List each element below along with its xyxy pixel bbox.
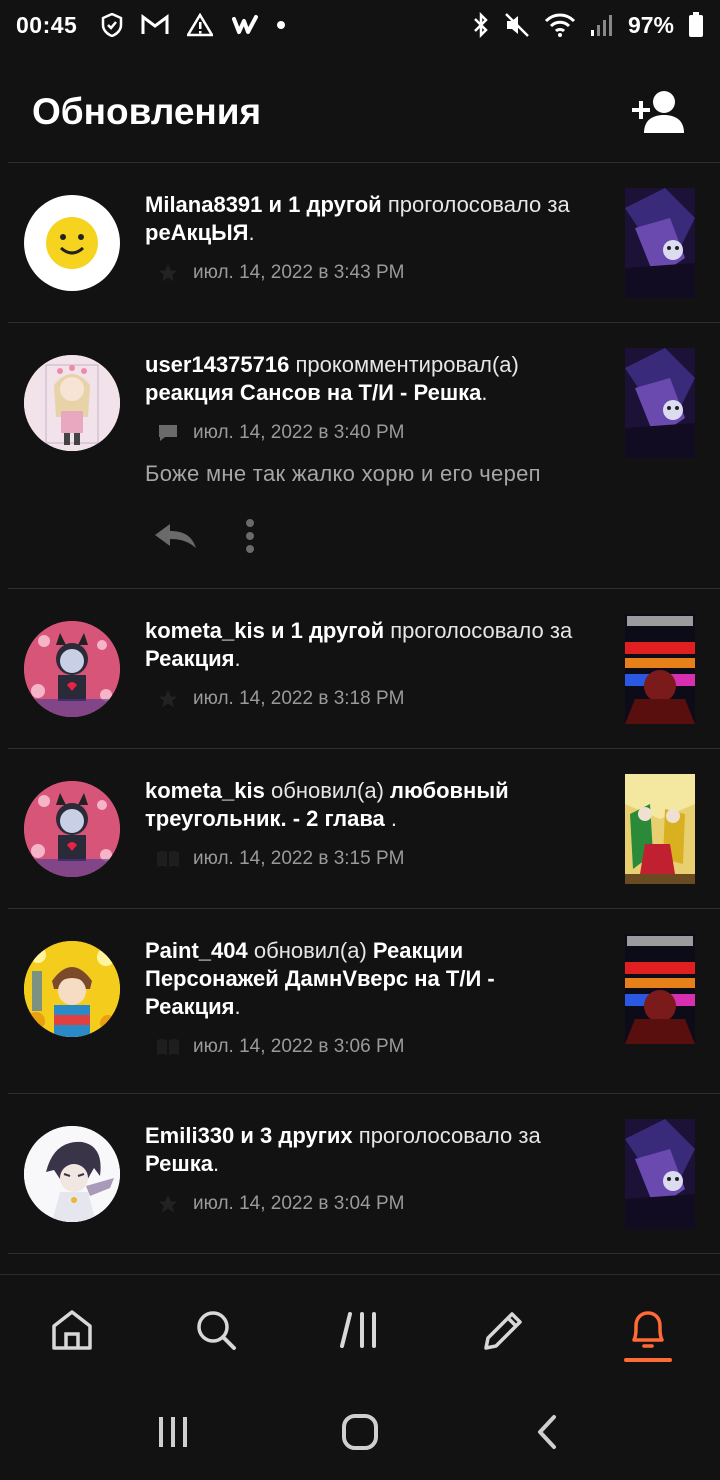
book-icon bbox=[157, 851, 179, 867]
notification-meta: июл. 14, 2022 в 3:06 PM bbox=[145, 1032, 404, 1062]
story-cover[interactable] bbox=[625, 1119, 695, 1229]
recents-button[interactable] bbox=[143, 1402, 203, 1462]
signal-icon bbox=[590, 15, 612, 36]
nav-library[interactable] bbox=[324, 1294, 396, 1366]
nav-search[interactable] bbox=[180, 1294, 252, 1366]
avatar[interactable] bbox=[24, 195, 120, 291]
reply-icon bbox=[155, 524, 196, 548]
timestamp: июл. 14, 2022 в 3:15 PM bbox=[193, 848, 405, 869]
write-icon bbox=[484, 1311, 522, 1350]
status-bar: 00:45 97% bbox=[0, 0, 720, 50]
page-title: Обновления bbox=[32, 91, 262, 132]
notification-text: Milana8391 и 1 другой проголосовало за р… bbox=[145, 192, 570, 245]
notification-meta: июл. 14, 2022 в 3:40 PM bbox=[145, 418, 404, 448]
book-icon bbox=[157, 1039, 179, 1055]
notification-item[interactable]: Emili330 и 3 других проголосовало за Реш… bbox=[0, 1094, 720, 1254]
system-back-button[interactable] bbox=[517, 1402, 577, 1462]
notification-text: Paint_404 обновил(а) Реакции Персонажей … bbox=[145, 938, 495, 1019]
notification-meta: июл. 14, 2022 в 3:15 PM bbox=[145, 844, 404, 874]
nav-notifications[interactable] bbox=[612, 1294, 684, 1366]
system-home-button[interactable] bbox=[330, 1402, 390, 1462]
divider bbox=[8, 1253, 720, 1254]
add-user-icon bbox=[632, 91, 684, 133]
add-friend-button[interactable] bbox=[628, 82, 688, 142]
notification-meta: июл. 14, 2022 в 3:04 PM bbox=[145, 1189, 404, 1219]
notification-item[interactable]: user14375716 прокомментировал(а) реакция… bbox=[0, 323, 720, 588]
notification-item[interactable]: kometa_kis обновил(а) любовный треугольн… bbox=[0, 749, 720, 909]
notification-dot-icon bbox=[277, 21, 286, 29]
home-circle-icon bbox=[341, 1414, 378, 1450]
wifi-icon bbox=[544, 13, 576, 37]
battery-percent: 97% bbox=[627, 11, 674, 38]
notification-text: kometa_kis и 1 другой проголосовало за Р… bbox=[145, 618, 573, 671]
notification-item[interactable]: Milana8391 и 1 другой проголосовало за р… bbox=[0, 163, 720, 323]
nav-home[interactable] bbox=[36, 1294, 108, 1366]
system-navigation-bar bbox=[0, 1384, 720, 1480]
notification-meta: июл. 14, 2022 в 3:18 PM bbox=[145, 684, 404, 714]
star-icon bbox=[158, 689, 178, 708]
bottom-navigation bbox=[0, 1274, 720, 1384]
active-tab-indicator bbox=[624, 1357, 672, 1362]
more-options-button[interactable] bbox=[236, 516, 264, 556]
nav-write[interactable] bbox=[468, 1294, 540, 1366]
wattpad-icon bbox=[232, 15, 259, 34]
notification-text: Emili330 и 3 других проголосовало за Реш… bbox=[145, 1123, 541, 1176]
story-cover[interactable] bbox=[625, 774, 695, 884]
mute-icon bbox=[505, 13, 529, 37]
avatar[interactable] bbox=[24, 781, 120, 877]
notification-text: user14375716 прокомментировал(а) реакция… bbox=[145, 352, 519, 405]
story-cover[interactable] bbox=[625, 614, 695, 724]
bluetooth-icon bbox=[474, 12, 488, 38]
library-icon bbox=[340, 1311, 376, 1348]
more-vertical-icon bbox=[246, 519, 254, 553]
story-cover[interactable] bbox=[625, 348, 695, 458]
notification-meta: июл. 14, 2022 в 3:43 PM bbox=[145, 258, 404, 288]
avatar[interactable] bbox=[24, 1126, 120, 1222]
avatar[interactable] bbox=[24, 355, 120, 451]
timestamp: июл. 14, 2022 в 3:40 PM bbox=[193, 422, 405, 443]
search-icon bbox=[197, 1310, 236, 1350]
notification-item[interactable]: kometa_kis и 1 другой проголосовало за Р… bbox=[0, 589, 720, 749]
notifications-icon bbox=[632, 1310, 664, 1348]
recents-icon bbox=[159, 1417, 188, 1447]
avatar[interactable] bbox=[24, 941, 120, 1037]
timestamp: июл. 14, 2022 в 3:06 PM bbox=[193, 1036, 405, 1057]
shield-icon bbox=[102, 13, 123, 37]
page-header: Обновления bbox=[0, 62, 720, 162]
gmail-icon bbox=[141, 14, 169, 34]
star-icon bbox=[158, 1194, 178, 1213]
home-icon bbox=[52, 1309, 92, 1350]
timestamp: июл. 14, 2022 в 3:43 PM bbox=[193, 262, 405, 283]
timestamp: июл. 14, 2022 в 3:04 PM bbox=[193, 1193, 405, 1214]
back-icon bbox=[537, 1415, 556, 1449]
notification-text: kometa_kis обновил(а) любовный треугольн… bbox=[145, 778, 509, 831]
status-time: 00:45 bbox=[16, 11, 78, 38]
comment-icon bbox=[159, 425, 177, 441]
story-cover[interactable] bbox=[625, 188, 695, 298]
avatar[interactable] bbox=[24, 621, 120, 717]
star-icon bbox=[158, 263, 178, 282]
notification-item[interactable]: Paint_404 обновил(а) Реакции Персонажей … bbox=[0, 909, 720, 1094]
story-cover[interactable] bbox=[625, 934, 695, 1044]
comment-preview: Боже мне так жалко хорю и его череп bbox=[145, 461, 541, 486]
battery-icon bbox=[689, 12, 703, 37]
warning-icon bbox=[187, 13, 214, 37]
reply-button[interactable] bbox=[148, 516, 202, 556]
timestamp: июл. 14, 2022 в 3:18 PM bbox=[193, 688, 405, 709]
